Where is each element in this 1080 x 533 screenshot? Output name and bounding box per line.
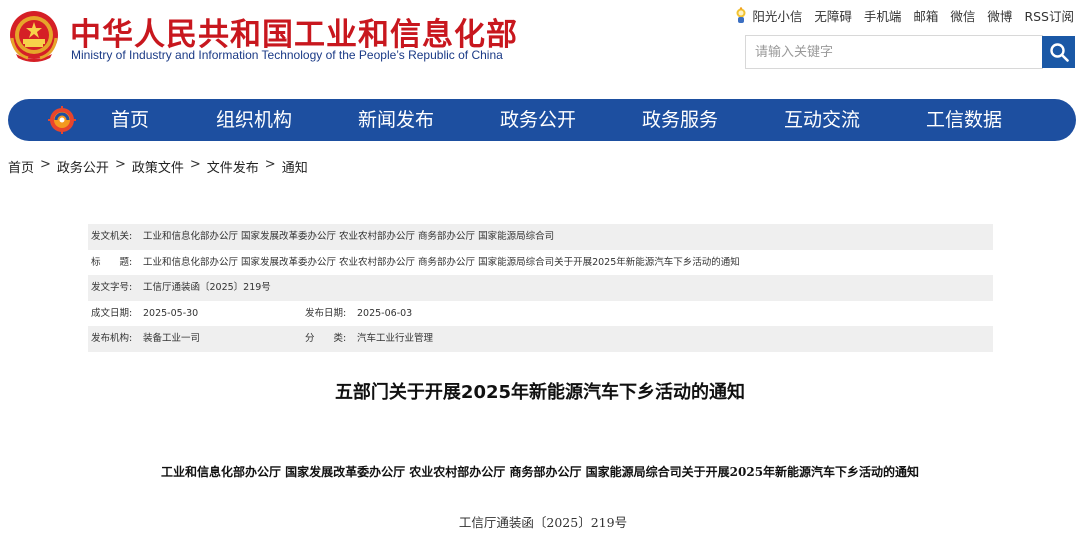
- breadcrumb-item-notice[interactable]: 通知: [282, 157, 308, 176]
- site-subtitle: Ministry of Industry and Information Tec…: [71, 48, 503, 62]
- meta-value: 工业和信息化部办公厅 国家发展改革委办公厅 农业农村部办公厅 商务部办公厅 国家…: [143, 256, 740, 268]
- national-emblem-icon[interactable]: [8, 8, 60, 64]
- breadcrumb-item-file-release[interactable]: 文件发布: [207, 157, 259, 176]
- top-link-wechat[interactable]: 微信: [950, 6, 975, 25]
- breadcrumb-separator: >: [264, 157, 276, 172]
- meta-label: 发文机关:: [91, 231, 133, 242]
- nav-item-data[interactable]: 工信数据: [926, 99, 1002, 141]
- meta-value: 2025-06-03: [357, 307, 413, 319]
- nav-item-news[interactable]: 新闻发布: [358, 99, 434, 141]
- breadcrumb-separator: >: [189, 157, 201, 172]
- document-subtitle: 工业和信息化部办公厅 国家发展改革委办公厅 农业农村部办公厅 商务部办公厅 国家…: [160, 465, 920, 479]
- document-meta-table: 发文机关: 工业和信息化部办公厅 国家发展改革委办公厅 农业农村部办公厅 商务部…: [88, 224, 993, 352]
- top-link-sunshine[interactable]: 阳光小信: [734, 6, 802, 25]
- nav-item-home[interactable]: 首页: [111, 99, 149, 141]
- document-number: 工信厅通装函〔2025〕219号: [458, 515, 628, 530]
- search-icon: [1049, 43, 1069, 62]
- miit-logo-icon[interactable]: [48, 106, 76, 134]
- top-links: 阳光小信 无障碍 手机端 邮箱 微信 微博 RSS订阅: [722, 6, 1074, 25]
- top-link-accessibility[interactable]: 无障碍: [814, 6, 852, 25]
- meta-label: 发布机构:: [91, 333, 133, 344]
- breadcrumb: 首页 > 政务公开 > 政策文件 > 文件发布 > 通知: [8, 157, 308, 176]
- meta-row-issuer: 发文机关: 工业和信息化部办公厅 国家发展改革委办公厅 农业农村部办公厅 商务部…: [88, 224, 993, 250]
- breadcrumb-separator: >: [40, 157, 51, 172]
- breadcrumb-item-policy-documents[interactable]: 政策文件: [132, 157, 184, 176]
- meta-label: 成文日期:: [91, 307, 133, 319]
- meta-row-org-category: 发布机构: 装备工业一司 分 类: 汽车工业行业管理: [88, 326, 993, 352]
- meta-label: 分 类:: [305, 333, 347, 344]
- search-box: [745, 35, 1043, 69]
- nav-item-government-affairs[interactable]: 政务公开: [500, 99, 576, 141]
- meta-row-title: 标 题: 工业和信息化部办公厅 国家发展改革委办公厅 农业农村部办公厅 商务部办…: [88, 250, 993, 276]
- document-title: 五部门关于开展2025年新能源汽车下乡活动的通知: [334, 382, 746, 403]
- top-link-label: 阳光小信: [752, 9, 803, 24]
- top-link-rss[interactable]: RSS订阅: [1024, 6, 1074, 25]
- meta-value: 2025-05-30: [143, 307, 199, 319]
- top-link-mobile[interactable]: 手机端: [864, 6, 902, 25]
- meta-label: 发文字号:: [91, 282, 133, 293]
- top-link-weibo[interactable]: 微博: [987, 6, 1012, 25]
- search-button[interactable]: [1042, 36, 1075, 68]
- meta-value: 汽车工业行业管理: [357, 333, 434, 344]
- breadcrumb-item-government-affairs[interactable]: 政务公开: [57, 157, 109, 176]
- breadcrumb-item-home[interactable]: 首页: [8, 157, 34, 176]
- breadcrumb-separator: >: [114, 157, 126, 172]
- meta-value: 装备工业一司: [143, 333, 201, 344]
- meta-value: 工业和信息化部办公厅 国家发展改革委办公厅 农业农村部办公厅 商务部办公厅 国家…: [143, 231, 555, 242]
- meta-value: 工信厅通装函〔2025〕219号: [143, 282, 271, 293]
- nav-item-organization[interactable]: 组织机构: [216, 99, 292, 141]
- meta-row-dates: 成文日期: 2025-05-30 发布日期: 2025-06-03: [88, 301, 993, 327]
- top-link-mail[interactable]: 邮箱: [913, 6, 938, 25]
- sun-mascot-icon: [736, 6, 746, 23]
- main-nav: 首页 组织机构 新闻发布 政务公开 政务服务 互动交流 工信数据: [8, 99, 1076, 141]
- site-header: 中华人民共和国工业和信息化部 Ministry of Industry and …: [0, 0, 1080, 95]
- search-input[interactable]: [746, 36, 1042, 68]
- nav-item-interaction[interactable]: 互动交流: [784, 99, 860, 141]
- meta-row-doc-number: 发文字号: 工信厅通装函〔2025〕219号: [88, 275, 993, 301]
- nav-item-government-services[interactable]: 政务服务: [642, 99, 718, 141]
- meta-label: 发布日期:: [305, 307, 347, 319]
- meta-label: 标 题:: [91, 256, 133, 268]
